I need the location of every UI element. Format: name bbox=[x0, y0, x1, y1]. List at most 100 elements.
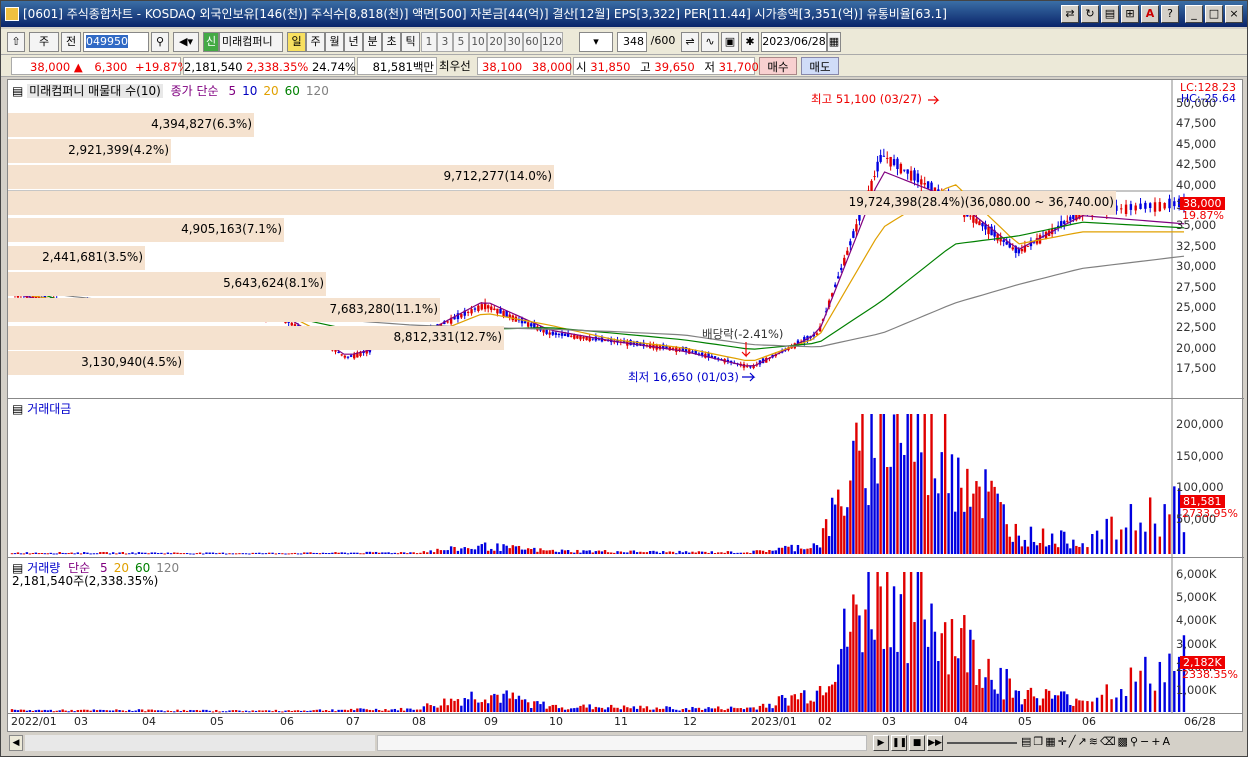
amount-bar bbox=[86, 552, 89, 554]
print-icon[interactable]: ▤ bbox=[1101, 5, 1119, 23]
zoom-slider[interactable] bbox=[947, 742, 1017, 744]
close-button[interactable]: × bbox=[1225, 5, 1243, 23]
interval-button[interactable]: 20 bbox=[487, 32, 505, 52]
period-tab[interactable]: 년 bbox=[344, 32, 363, 52]
fast-forward-icon[interactable]: ▶▶ bbox=[927, 735, 943, 751]
interval-button[interactable]: 5 bbox=[453, 32, 469, 52]
save-icon[interactable]: ▣ bbox=[721, 32, 739, 52]
volume-bar bbox=[25, 710, 29, 712]
plus-icon[interactable]: + bbox=[1151, 735, 1160, 748]
compare-icon[interactable]: ⇌ bbox=[681, 32, 699, 52]
volume-profile-label: 5,643,624(8.1%) bbox=[223, 276, 324, 290]
period-tab[interactable]: 주 bbox=[306, 32, 325, 52]
interval-button[interactable]: 10 bbox=[469, 32, 487, 52]
profile-legend[interactable]: 미래컴퍼니 매물대 수(10) bbox=[27, 84, 163, 98]
panel-divider[interactable] bbox=[8, 557, 1244, 558]
interval-button[interactable]: 120 bbox=[541, 32, 563, 52]
amount-bar bbox=[920, 452, 923, 554]
price-legend: ▤ 미래컴퍼니 매물대 수(10) 종가 단순 5 10 20 60 120 bbox=[12, 82, 329, 99]
period-tab[interactable]: 초 bbox=[382, 32, 401, 52]
volume-bar bbox=[700, 709, 704, 712]
maximize-button[interactable]: □ bbox=[1205, 5, 1223, 23]
menu-icon[interactable]: ▤ bbox=[12, 84, 23, 98]
amount-bar bbox=[1124, 527, 1128, 554]
volume-profile-label: 8,812,331(12.7%) bbox=[393, 330, 502, 344]
amount-bar bbox=[393, 552, 397, 554]
pin-icon[interactable]: ⇧ bbox=[7, 32, 25, 52]
minimize-button[interactable]: _ bbox=[1185, 5, 1203, 23]
amount-bar bbox=[840, 506, 843, 554]
amount-bar bbox=[493, 550, 496, 554]
sell-button[interactable]: 매도 bbox=[801, 57, 839, 75]
amount-bar bbox=[852, 440, 855, 554]
interval-select[interactable]: ▾ bbox=[579, 32, 613, 52]
interval-button[interactable]: 30 bbox=[505, 32, 523, 52]
volume-bar bbox=[378, 710, 381, 712]
volume-bar bbox=[274, 709, 278, 712]
chart-area[interactable]: ▤ 미래컴퍼니 매물대 수(10) 종가 단순 5 10 20 60 120 LC:12… bbox=[7, 79, 1244, 714]
calendar-icon[interactable]: ▦ bbox=[827, 32, 841, 52]
period-tab[interactable]: 분 bbox=[363, 32, 382, 52]
amount-bar bbox=[303, 552, 306, 554]
zoom-icon[interactable]: ⚲ bbox=[1130, 735, 1138, 748]
erase-icon[interactable]: ⌫ bbox=[1100, 735, 1116, 748]
layout-icon[interactable]: ▤ bbox=[1021, 735, 1031, 748]
amount-bar bbox=[1014, 523, 1017, 554]
grid-icon[interactable]: ▩ bbox=[1118, 735, 1128, 748]
minus-icon[interactable]: − bbox=[1140, 735, 1149, 748]
buy-button[interactable]: 매수 bbox=[759, 57, 797, 75]
scroll-bar[interactable]: ◀ ▶ ❚❚ ■ ▶▶ ▤ ❐ ▦ ✛ ╱ ↗ ≋ ⌫ ▩ ⚲ − + A bbox=[7, 733, 1243, 753]
x-axis-label: 06 bbox=[1082, 715, 1096, 728]
speaker-icon[interactable]: ◀▾ bbox=[173, 32, 199, 52]
menu-icon[interactable]: ▤ bbox=[12, 402, 23, 416]
stock-code-input[interactable]: 049950 bbox=[83, 32, 149, 52]
crosshair-icon[interactable]: ✛ bbox=[1058, 735, 1067, 748]
font-icon[interactable]: A bbox=[1141, 5, 1159, 23]
amount-bar bbox=[499, 551, 502, 554]
draw-line-icon[interactable]: ╱ bbox=[1069, 735, 1076, 748]
amount-bar bbox=[758, 550, 762, 554]
window-arrange-icon[interactable]: ⊞ bbox=[1121, 5, 1139, 23]
font-size-icon[interactable]: A bbox=[1162, 735, 1170, 748]
interval-button[interactable]: 1 bbox=[421, 32, 437, 52]
help-icon[interactable]: ? bbox=[1161, 5, 1179, 23]
interval-button[interactable]: 60 bbox=[523, 32, 541, 52]
pause-icon[interactable]: ❚❚ bbox=[891, 735, 907, 751]
table-icon[interactable]: ▦ bbox=[1045, 735, 1055, 748]
copy-icon[interactable]: ❐ bbox=[1033, 735, 1043, 748]
period-tab[interactable]: 일 bbox=[287, 32, 306, 52]
interval-buttons: 1 3 5 10 20 30 60 120 bbox=[421, 32, 563, 52]
volume-bar bbox=[13, 709, 17, 712]
volume-profile-label: 4,394,827(6.3%) bbox=[151, 117, 252, 131]
trend-icon[interactable]: ↗ bbox=[1078, 735, 1087, 748]
volume-bar bbox=[1038, 705, 1042, 712]
volume-bar bbox=[299, 710, 303, 712]
period-tab[interactable]: 월 bbox=[325, 32, 344, 52]
play-icon[interactable]: ▶ bbox=[873, 735, 889, 751]
settings-icon[interactable]: ✱ bbox=[741, 32, 759, 52]
scroll-track[interactable] bbox=[25, 735, 375, 751]
all-button[interactable]: 전 bbox=[61, 32, 81, 52]
panel-divider[interactable] bbox=[8, 398, 1244, 399]
indicator-icon[interactable]: ∿ bbox=[701, 32, 719, 52]
period-tab[interactable]: 틱 bbox=[401, 32, 420, 52]
market-select[interactable]: 주 bbox=[29, 32, 59, 52]
amount-bar bbox=[70, 552, 73, 554]
link-icon[interactable]: ⇄ bbox=[1061, 5, 1079, 23]
fibo-icon[interactable]: ≋ bbox=[1089, 735, 1098, 748]
scroll-left-icon[interactable]: ◀ bbox=[9, 735, 23, 751]
volume-bar bbox=[102, 709, 105, 712]
amount-bar bbox=[950, 454, 954, 554]
search-icon[interactable]: ⚲ bbox=[151, 32, 169, 52]
refresh-icon[interactable]: ↻ bbox=[1081, 5, 1099, 23]
volume-bar bbox=[70, 709, 73, 712]
volume-bar bbox=[923, 619, 926, 712]
count-input[interactable]: 348 bbox=[617, 32, 647, 52]
interval-button[interactable]: 3 bbox=[437, 32, 453, 52]
stop-icon[interactable]: ■ bbox=[909, 735, 925, 751]
amount-bar bbox=[803, 549, 806, 554]
scroll-thumb[interactable] bbox=[377, 735, 867, 751]
amount-bar bbox=[274, 553, 278, 555]
volume-bar bbox=[662, 708, 665, 712]
date-input[interactable]: 2023/06/28 bbox=[761, 32, 827, 52]
